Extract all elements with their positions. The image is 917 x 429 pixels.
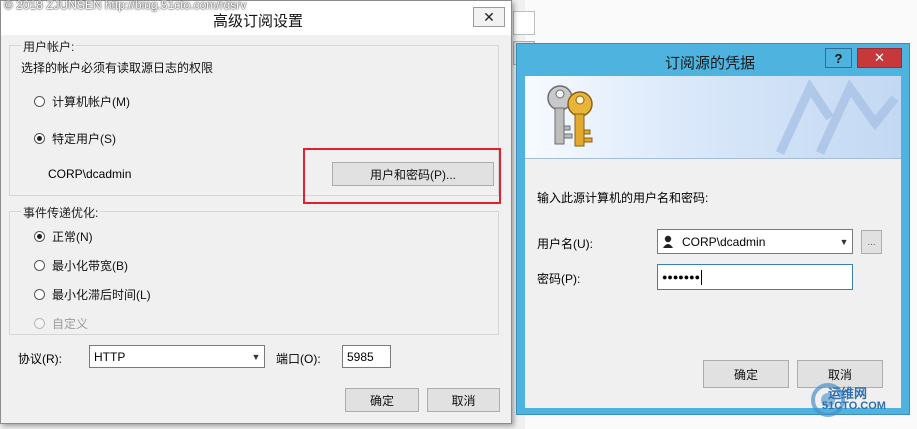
- radio-label: 特定用户(S): [52, 132, 116, 146]
- protocol-select[interactable]: HTTP ▼: [89, 345, 265, 368]
- delivery-group-label: 事件传递优化:: [21, 204, 101, 221]
- user-password-button[interactable]: 用户和密码(P)...: [332, 162, 494, 186]
- background-input: [513, 11, 535, 35]
- port-input[interactable]: 5985: [342, 345, 391, 368]
- radio-label: 正常(N): [52, 230, 93, 244]
- password-label: 密码(P):: [537, 272, 581, 286]
- radio-label: 最小化带宽(B): [52, 259, 128, 273]
- radio-custom: 自定义: [34, 315, 88, 332]
- credentials-title: 订阅源的凭据: [665, 55, 756, 72]
- ok-button[interactable]: 确定: [345, 388, 419, 412]
- radio-circle-selected: [34, 231, 45, 242]
- radio-circle: [34, 260, 45, 271]
- radio-circle: [34, 96, 45, 107]
- radio-min-bandwidth[interactable]: 最小化带宽(B): [34, 257, 128, 274]
- keys-icon: [547, 85, 593, 147]
- help-button[interactable]: ?: [825, 48, 852, 68]
- account-group-label: 用户帐户:: [21, 38, 77, 55]
- banner-divider: [525, 158, 901, 159]
- browse-button[interactable]: ...: [861, 230, 882, 254]
- account-value: CORP\dcadmin: [48, 167, 132, 181]
- radio-normal[interactable]: 正常(N): [34, 228, 93, 245]
- dialog-title: 高级订阅设置: [213, 13, 304, 30]
- close-icon: ✕: [483, 8, 495, 25]
- radio-min-latency[interactable]: 最小化滞后时间(L): [34, 286, 151, 303]
- watermark-text: © 2018 ZJUNSEN http://blog.51cto.com/rds…: [4, 0, 247, 12]
- radio-machine-account[interactable]: 计算机帐户(M): [34, 93, 130, 110]
- banner-decoration: [775, 78, 899, 155]
- site-logo-sub: 51CTO.COM: [822, 400, 886, 412]
- radio-specific-user[interactable]: 特定用户(S): [34, 130, 116, 147]
- protocol-label: 协议(R):: [18, 352, 62, 366]
- password-input[interactable]: ●●●●●●●: [657, 264, 853, 290]
- close-icon: ✕: [874, 50, 885, 65]
- username-combo[interactable]: CORP\dcadmin ▼: [657, 229, 853, 254]
- cancel-button[interactable]: 取消: [427, 388, 500, 412]
- username-label: 用户名(U):: [537, 237, 593, 251]
- port-label: 端口(O):: [276, 352, 321, 366]
- text-cursor: [701, 269, 703, 285]
- credentials-ok-button[interactable]: 确定: [703, 360, 789, 388]
- credentials-prompt: 输入此源计算机的用户名和密码:: [537, 191, 709, 205]
- radio-circle: [34, 289, 45, 300]
- chevron-down-icon: ▼: [839, 236, 849, 247]
- radio-label: 计算机帐户(M): [52, 95, 130, 109]
- close-button[interactable]: ✕: [473, 7, 505, 27]
- credentials-close-button[interactable]: ✕: [857, 48, 902, 68]
- password-dots: ●●●●●●●: [662, 272, 701, 282]
- protocol-value: HTTP: [94, 349, 126, 364]
- help-icon: ?: [834, 50, 843, 66]
- chevron-down-icon: ▼: [251, 351, 261, 362]
- advanced-subscription-dialog: 高级订阅设置 ✕ 用户帐户: 选择的帐户必须有读取源日志的权限 计算机帐户(M)…: [0, 0, 512, 424]
- radio-circle-selected: [34, 133, 45, 144]
- account-hint: 选择的帐户必须有读取源日志的权限: [21, 61, 214, 75]
- radio-circle-disabled: [34, 318, 45, 329]
- radio-label: 自定义: [52, 317, 89, 331]
- radio-label: 最小化滞后时间(L): [52, 288, 151, 302]
- user-icon: [658, 235, 678, 249]
- username-value: CORP\dcadmin: [682, 234, 766, 249]
